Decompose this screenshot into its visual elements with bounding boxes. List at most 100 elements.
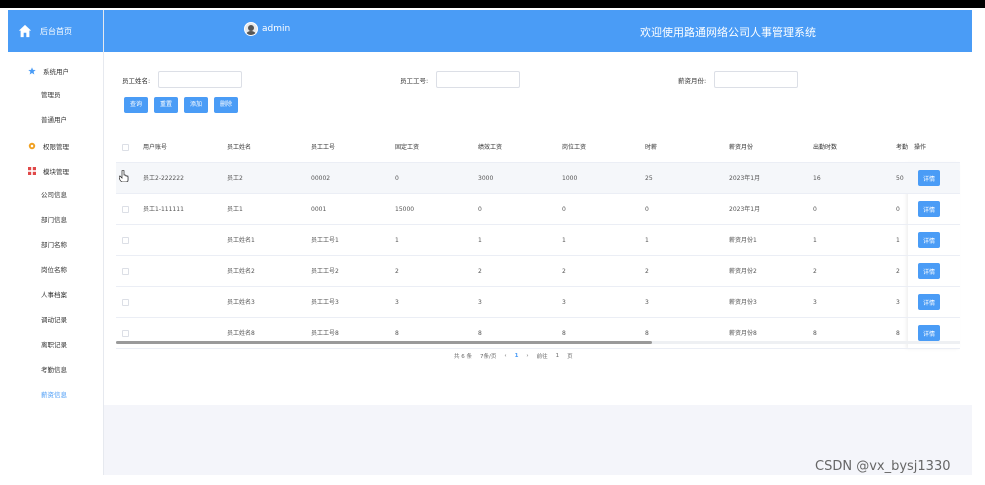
header-performance-salary: 绩效工资: [478, 144, 503, 151]
username: admin: [262, 24, 291, 34]
sidebar-home-label: 后台首页: [40, 26, 72, 36]
row-checkbox[interactable]: [122, 299, 129, 306]
header-employee-name: 员工姓名: [227, 144, 252, 151]
home-icon: [18, 24, 32, 38]
header-operation: 操作: [914, 144, 927, 151]
row-checkbox[interactable]: [122, 237, 129, 244]
sidebar-item-normal-users[interactable]: 普通用户: [8, 108, 103, 133]
header-employee-id: 员工工号: [311, 144, 336, 151]
sidebar-item-department-info[interactable]: 部门信息: [8, 208, 103, 233]
system-title: 欢迎使用路通网络公司人事管理系统: [640, 26, 816, 39]
sidebar-item-personnel-files[interactable]: 人事档案: [8, 283, 103, 308]
sidebar-item-company-info[interactable]: 公司信息: [8, 183, 103, 208]
pagination-page-size[interactable]: 7条/页: [480, 352, 496, 360]
table-horizontal-scrollbar[interactable]: [116, 341, 960, 344]
delete-button[interactable]: 删除: [214, 97, 239, 113]
cell-employee-id: 员工工号8: [311, 330, 339, 337]
cell-employee-name: 员工姓名1: [227, 237, 255, 244]
cell-attendance-hours: 8: [813, 330, 817, 337]
select-all-checkbox[interactable]: [122, 144, 129, 151]
detail-button[interactable]: 详情: [918, 325, 941, 341]
cell-performance-salary: 0: [478, 206, 482, 213]
table-row[interactable]: 员工姓名8 员工工号8 8 8 8 8 薪资月份8 8 8 详情: [116, 318, 960, 349]
cell-employee-id: 员工工号2: [311, 268, 339, 275]
cell-performance-salary: 3000: [478, 175, 494, 182]
employee-id-input[interactable]: [436, 71, 521, 88]
salary-month-filter: 薪资月份:: [678, 71, 799, 88]
scrollbar-thumb[interactable]: [116, 341, 652, 344]
cell-user-account: 员工2-222222: [143, 175, 184, 182]
sidebar-item-department-name[interactable]: 部门名称: [8, 233, 103, 258]
main-content: 员工姓名: 员工工号: 薪资月份: 查询 重置 添加 删除 用户账号 员工姓名 …: [104, 52, 972, 475]
star-icon: [28, 66, 36, 74]
detail-button[interactable]: 详情: [918, 294, 941, 310]
table-row[interactable]: 员工2-222222 员工2 00002 0 3000 1000 25 2023年1月 16 50…: [116, 163, 960, 194]
cell-hourly-wage: 8: [645, 330, 649, 337]
table-row[interactable]: 员工姓名2 员工工号2 2 2 2 2 薪资月份2 2 2 详情: [116, 256, 960, 287]
detail-button[interactable]: 详情: [918, 170, 941, 186]
sidebar-group-label: 系统用户: [43, 67, 69, 76]
employee-name-input[interactable]: [158, 71, 243, 88]
grid-icon: [28, 166, 36, 175]
detail-button[interactable]: 详情: [918, 232, 941, 248]
pagination: 共 6 条 7条/页 ‹ 1 › 前往 1 页: [454, 352, 573, 360]
cell-salary-month: 2023年1月: [729, 175, 761, 182]
salary-month-label: 薪资月份:: [678, 76, 707, 85]
sidebar-item-transfer-records[interactable]: 调动记录: [8, 308, 103, 333]
sidebar-group-system-users[interactable]: 系统用户: [8, 58, 103, 83]
cell-attendance-hours: 3: [813, 299, 817, 306]
table-row[interactable]: 员工姓名3 员工工号3 3 3 3 3 薪资月份3 3 3 详情: [116, 287, 960, 318]
pagination-prev[interactable]: ‹: [504, 353, 506, 359]
sidebar-item-attendance-info[interactable]: 考勤信息: [8, 358, 103, 383]
sidebar-item-resignation-records[interactable]: 离职记录: [8, 333, 103, 358]
row-checkbox[interactable]: [122, 330, 129, 337]
detail-button[interactable]: 详情: [918, 263, 941, 279]
detail-button[interactable]: 详情: [918, 201, 941, 217]
pagination-goto-label: 前往: [536, 354, 548, 360]
reset-button[interactable]: 重置: [154, 97, 179, 113]
salary-month-input[interactable]: [714, 71, 799, 88]
employee-id-label: 员工工号:: [400, 76, 429, 85]
row-checkbox[interactable]: [122, 268, 129, 275]
sidebar-item-position-name[interactable]: 岗位名称: [8, 258, 103, 283]
pagination-goto-input[interactable]: 1: [556, 353, 560, 359]
table-header: 用户账号 员工姓名 员工工号 固定工资 绩效工资 岗位工资 时薪 薪资月份 出勤…: [116, 132, 960, 163]
cell-salary-month: 2023年1月: [729, 206, 761, 213]
cell-salary-month: 薪资月份2: [729, 268, 757, 275]
cell-position-salary: 8: [562, 330, 566, 337]
cell-employee-name: 员工2: [227, 175, 243, 182]
sidebar-item-admin[interactable]: 管理员: [8, 83, 103, 108]
watermark: CSDN @vx_bysj1330: [815, 459, 951, 474]
cell-user-account: 员工1-111111: [143, 206, 184, 213]
pagination-next[interactable]: ›: [526, 353, 528, 359]
query-button[interactable]: 查询: [124, 97, 149, 113]
table-row[interactable]: 员工1-111111 员工1 0001 15000 0 0 0 2023年1月 0 0 详情: [116, 194, 960, 225]
sidebar-group-label: 权限管理: [43, 142, 69, 151]
table-row[interactable]: 员工姓名1 员工工号1 1 1 1 1 薪资月份1 1 1 详情: [116, 225, 960, 256]
header-salary-month: 薪资月份: [729, 144, 754, 151]
cell-hourly-wage: 25: [645, 175, 653, 182]
cell-attendance-hours: 2: [813, 268, 817, 275]
cell-attendance-hours: 0: [813, 206, 817, 213]
sidebar-group-modules[interactable]: 模块管理: [8, 158, 103, 183]
cell-attendance: 1: [896, 237, 900, 244]
action-buttons: 查询 重置 添加 删除: [124, 97, 239, 113]
cell-employee-id: 0001: [311, 206, 327, 213]
sidebar-group-permissions[interactable]: 权限管理: [8, 133, 103, 158]
header-user-account: 用户账号: [143, 144, 168, 151]
cell-performance-salary: 1: [478, 237, 482, 244]
cell-fixed-salary: 0: [395, 175, 399, 182]
pagination-current-page[interactable]: 1: [515, 353, 519, 359]
table-body: 员工2-222222 员工2 00002 0 3000 1000 25 2023年1月 16 50…: [116, 163, 960, 349]
cell-hourly-wage: 3: [645, 299, 649, 306]
cell-fixed-salary: 8: [395, 330, 399, 337]
cell-position-salary: 3: [562, 299, 566, 306]
sidebar-home[interactable]: 后台首页: [8, 10, 103, 52]
sidebar-item-salary-info[interactable]: 薪资信息: [8, 383, 103, 408]
sidebar-group-label: 模块管理: [43, 167, 69, 176]
user-menu[interactable]: admin: [244, 22, 290, 36]
cell-performance-salary: 3: [478, 299, 482, 306]
cell-attendance: 2: [896, 268, 900, 275]
row-checkbox[interactable]: [122, 206, 129, 213]
add-button[interactable]: 添加: [184, 97, 209, 113]
